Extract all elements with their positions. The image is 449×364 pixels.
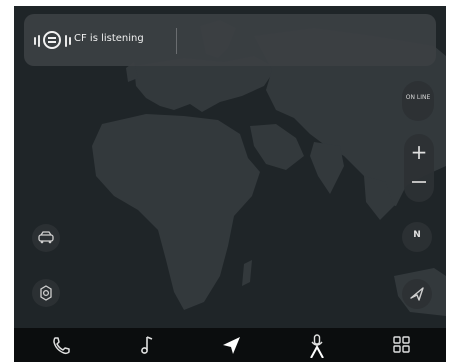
sound-wave-left-icon — [34, 37, 36, 45]
nav-apps-button[interactable] — [386, 332, 416, 358]
zoom-out-button[interactable] — [412, 181, 426, 183]
nav-phone-button[interactable] — [46, 332, 76, 358]
voice-assistant-banner[interactable]: CF is listening — [24, 14, 436, 66]
compass-button[interactable]: N — [402, 222, 432, 252]
car-layers-icon — [38, 231, 54, 244]
microphone-icon — [310, 334, 324, 359]
online-mode-button[interactable]: ON LINE — [402, 81, 434, 121]
gear-icon — [40, 285, 52, 301]
assistant-logo-icon — [43, 31, 61, 49]
sound-wave-left-icon — [38, 35, 40, 47]
bottom-nav-bar — [14, 328, 446, 362]
sound-wave-right-icon — [65, 35, 67, 47]
nav-voice-assistant-button[interactable] — [302, 332, 332, 359]
apps-grid-icon — [393, 336, 410, 353]
location-arrow-icon — [410, 287, 424, 301]
car-display: CF is listening ON LINE + N — [14, 6, 446, 362]
music-icon — [141, 336, 153, 354]
compass-north-label: N — [413, 230, 421, 240]
zoom-control: + — [404, 134, 434, 202]
recenter-location-button[interactable] — [402, 279, 432, 309]
map-layers-button[interactable] — [32, 224, 60, 252]
nav-navigation-button[interactable] — [216, 332, 246, 358]
settings-button[interactable] — [32, 279, 60, 307]
phone-icon — [53, 337, 70, 355]
listening-status-text: CF is listening — [74, 33, 144, 44]
zoom-in-button[interactable]: + — [404, 140, 434, 164]
navigation-icon — [223, 337, 240, 354]
nav-music-button[interactable] — [132, 332, 162, 358]
banner-divider — [176, 28, 177, 54]
sound-wave-right-icon — [69, 37, 71, 45]
